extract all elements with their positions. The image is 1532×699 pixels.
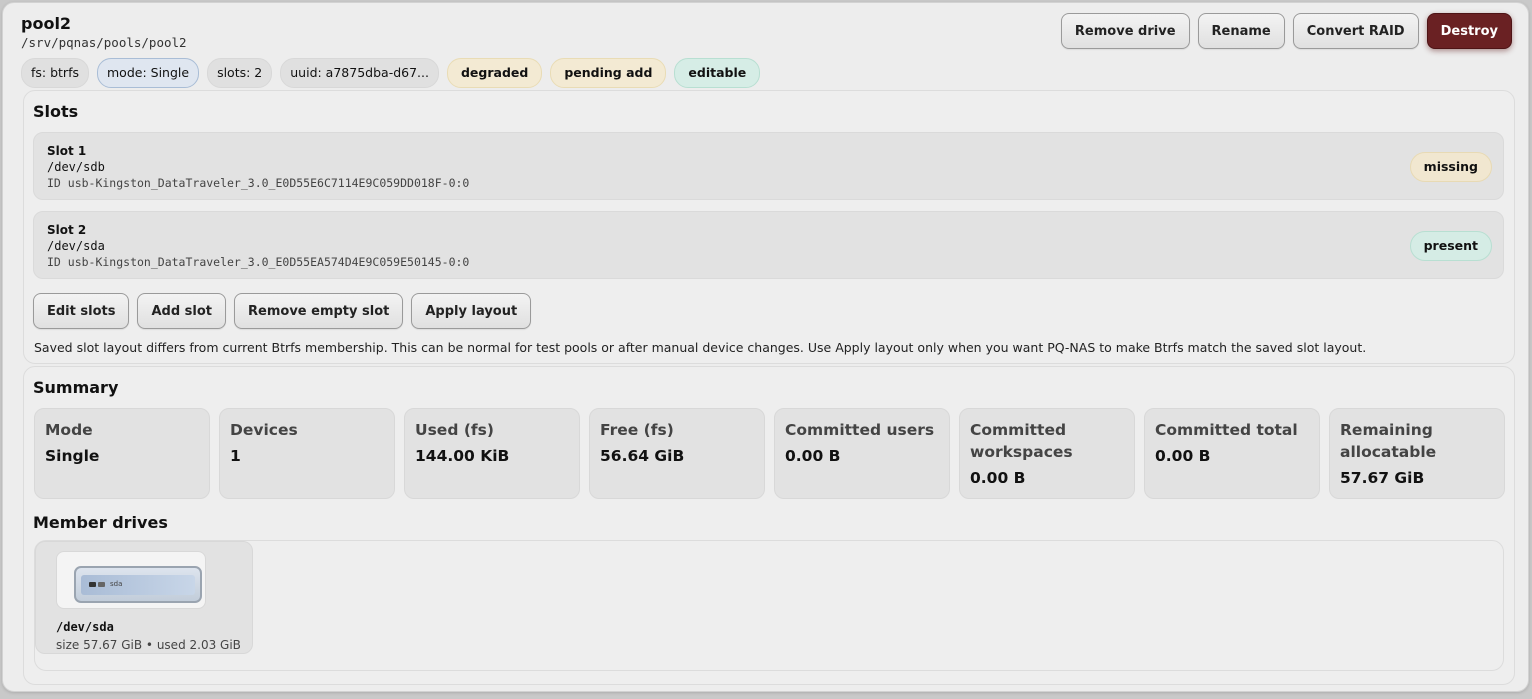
mode-badge: mode: Single [97,58,200,88]
edit-slots-button[interactable]: Edit slots [33,293,130,329]
drive-card[interactable]: sda /dev/sda size 57.67 GiB • used 2.03 … [35,541,253,654]
stat-label: Remaining allocatable [1340,421,1437,461]
stat-label: Committed workspaces [970,421,1073,461]
stat-value: 0.00 B [970,469,1026,487]
stat-committed-workspaces: Committed workspaces 0.00 B [959,408,1135,499]
pool-actions: Remove drive Rename Convert RAID Destroy [1060,13,1512,49]
slot-status-badge: present [1409,231,1492,261]
stat-used: Used (fs) 144.00 KiB [404,408,580,499]
remove-empty-slot-button[interactable]: Remove empty slot [234,293,404,329]
slots-section: Slots Slot 1 /dev/sdb ID usb-Kingston_Da… [23,90,1515,364]
degraded-badge: degraded [446,58,543,88]
add-slot-button[interactable]: Add slot [137,293,227,329]
slot-row: Slot 1 /dev/sdb ID usb-Kingston_DataTrav… [33,132,1504,200]
stat-value: 0.00 B [1155,447,1211,465]
slots-heading: Slots [33,102,79,121]
stat-remaining-allocatable: Remaining allocatable 57.67 GiB [1329,408,1505,499]
summary-stats: Mode Single Devices 1 Used (fs) 144.00 K… [34,408,1505,499]
member-drives-heading: Member drives [33,513,168,532]
stat-committed-total: Committed total 0.00 B [1144,408,1320,499]
stat-label: Used (fs) [415,421,494,439]
stat-mode: Mode Single [34,408,210,499]
stat-committed-users: Committed users 0.00 B [774,408,950,499]
stat-label: Committed total [1155,421,1298,439]
stat-label: Committed users [785,421,935,439]
rename-button[interactable]: Rename [1197,13,1285,49]
slot-layout-note: Saved slot layout differs from current B… [34,340,1367,355]
pool-title: pool2 [21,14,72,33]
stat-value: 144.00 KiB [415,447,510,465]
slot-row: Slot 2 /dev/sda ID usb-Kingston_DataTrav… [33,211,1504,279]
editable-badge: editable [674,58,761,88]
fs-badge: fs: btrfs [21,58,89,88]
slot-name: Slot 2 [47,223,87,237]
stat-label: Free (fs) [600,421,674,439]
remove-drive-button[interactable]: Remove drive [1060,13,1190,49]
drive-tag: sda [110,580,123,588]
slot-actions: Edit slots Add slot Remove empty slot Ap… [33,293,532,329]
stat-value: 56.64 GiB [600,447,685,465]
uuid-badge: uuid: a7875dba-d67... [280,58,439,88]
slot-id: ID usb-Kingston_DataTraveler_3.0_E0D55E6… [47,176,470,190]
stat-value: 1 [230,447,241,465]
drive-led-icon [89,582,96,587]
pool-path: /srv/pqnas/pools/pool2 [21,35,187,50]
stat-value: 57.67 GiB [1340,469,1425,487]
summary-heading: Summary [33,378,119,397]
stat-label: Mode [45,421,93,439]
stat-devices: Devices 1 [219,408,395,499]
destroy-button[interactable]: Destroy [1426,13,1512,49]
stat-free: Free (fs) 56.64 GiB [589,408,765,499]
drive-icon: sda [56,551,206,609]
slot-device: /dev/sdb [47,160,105,174]
member-drives-panel: sda /dev/sda size 57.67 GiB • used 2.03 … [34,540,1504,671]
slot-name: Slot 1 [47,144,87,158]
slots-badge: slots: 2 [207,58,273,88]
pool-badges: fs: btrfs mode: Single slots: 2 uuid: a7… [21,58,761,88]
drive-device: /dev/sda [56,620,114,634]
apply-layout-button[interactable]: Apply layout [411,293,532,329]
pool-card: pool2 /srv/pqnas/pools/pool2 Remove driv… [2,2,1529,692]
drive-led-icon [98,582,105,587]
slot-id: ID usb-Kingston_DataTraveler_3.0_E0D55EA… [47,255,470,269]
drive-meta: size 57.67 GiB • used 2.03 GiB [56,638,241,652]
convert-raid-button[interactable]: Convert RAID [1292,13,1419,49]
stat-value: 0.00 B [785,447,841,465]
stat-value: Single [45,447,100,465]
slot-device: /dev/sda [47,239,105,253]
stat-label: Devices [230,421,298,439]
slot-status-badge: missing [1409,152,1492,182]
summary-section: Summary Mode Single Devices 1 Used (fs) … [23,366,1515,685]
pending-add-badge: pending add [550,58,667,88]
